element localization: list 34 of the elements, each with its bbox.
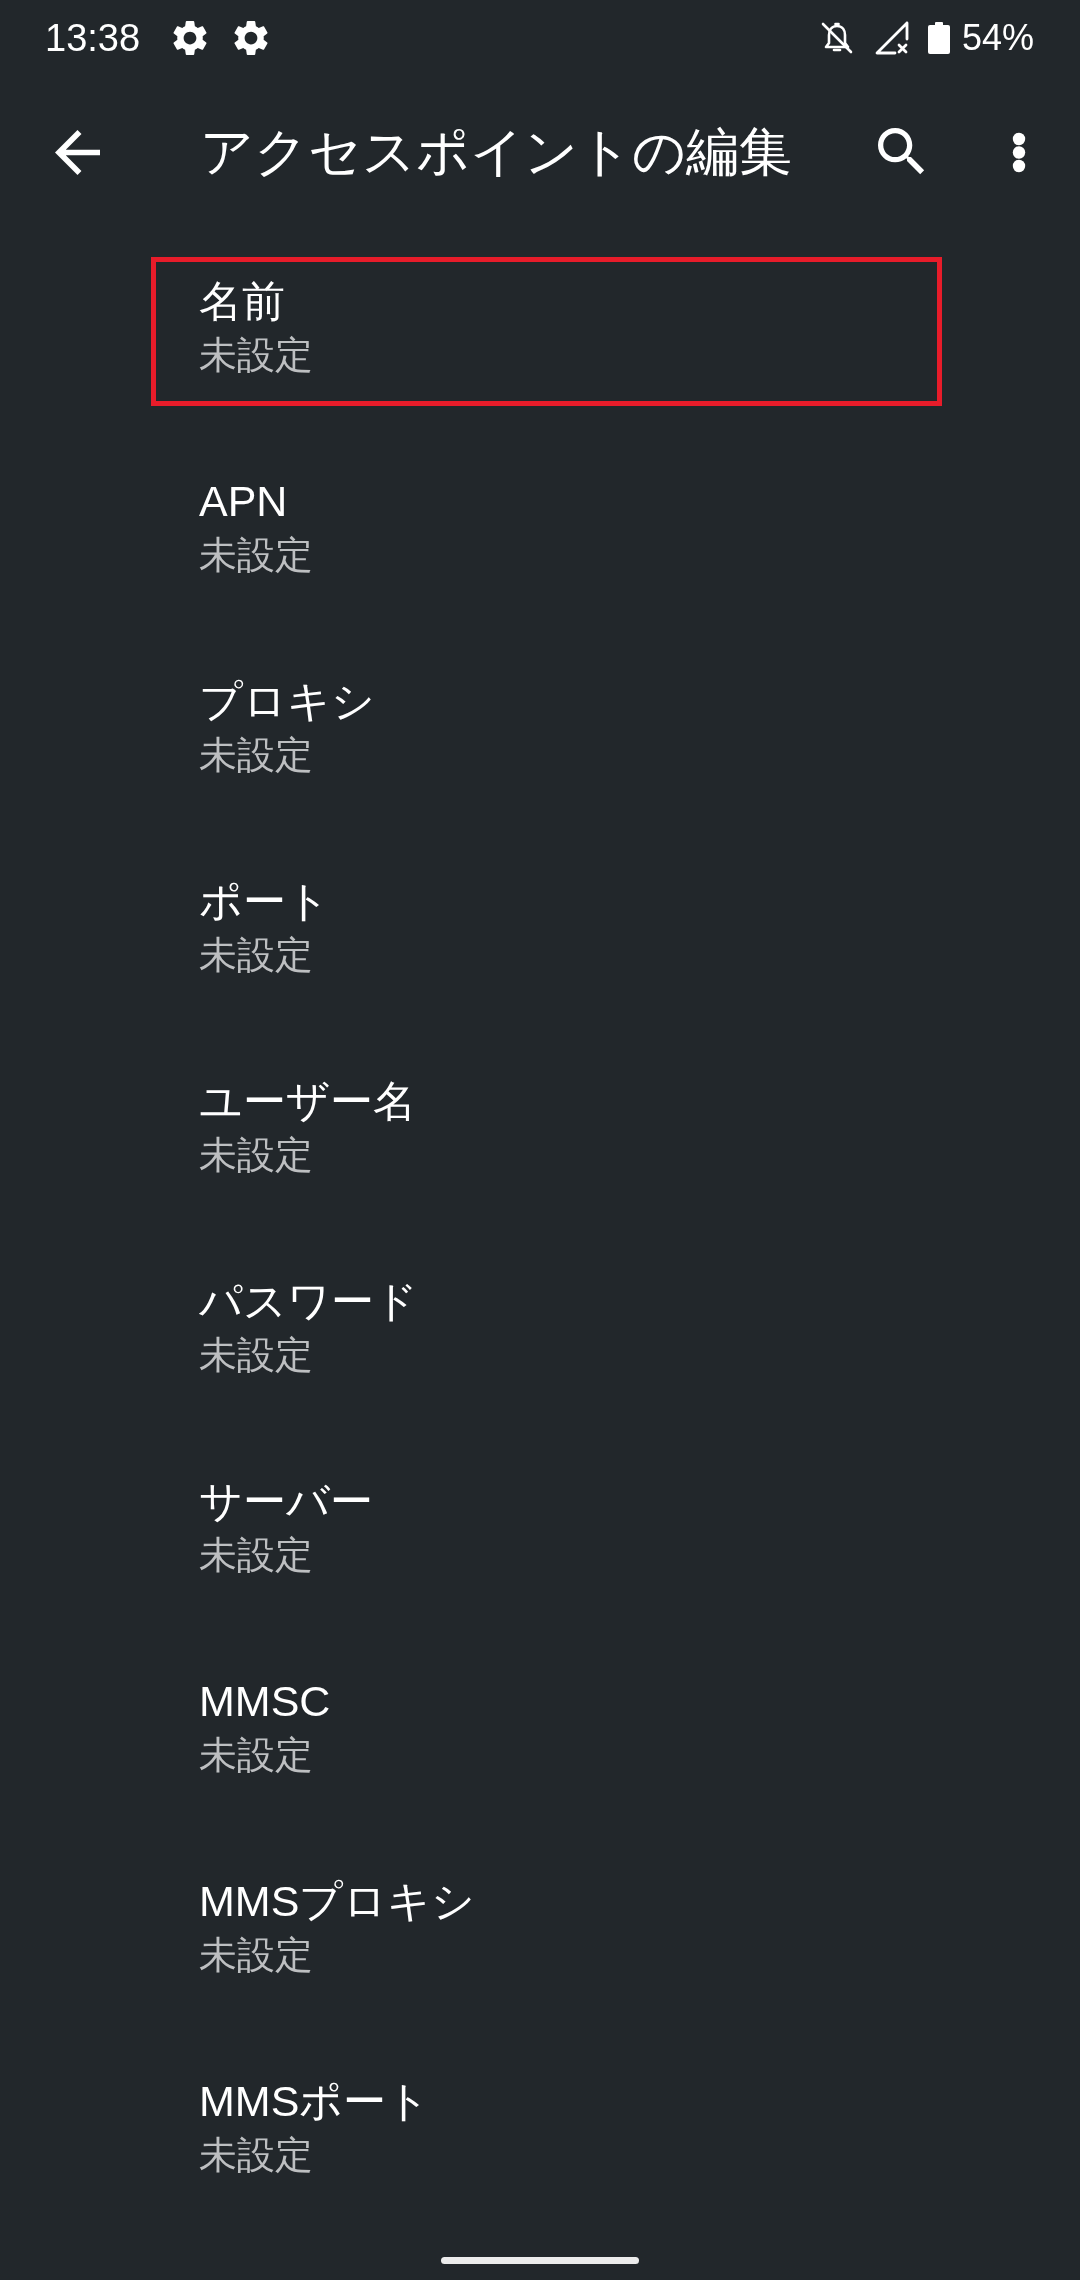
setting-value: 未設定 <box>199 1933 313 1978</box>
bell-off-icon <box>819 21 854 55</box>
setting-title[interactable]: MMSポート <box>199 2074 431 2128</box>
setting-value: 未設定 <box>199 1133 313 1178</box>
battery-percentage: 54% <box>961 16 1034 60</box>
status-time: 13:38 <box>45 16 141 60</box>
setting-title[interactable]: サーバー <box>199 1474 373 1528</box>
setting-title[interactable]: パスワード <box>199 1274 418 1328</box>
setting-value: 未設定 <box>199 1733 313 1778</box>
setting-value: 未設定 <box>199 933 313 978</box>
battery-icon <box>927 22 950 54</box>
no-signal-icon <box>874 21 909 55</box>
setting-value: 未設定 <box>199 2133 313 2178</box>
setting-title[interactable]: ポート <box>199 874 330 928</box>
setting-title[interactable]: MMSプロキシ <box>199 1874 476 1928</box>
search-icon <box>878 128 926 176</box>
back-button[interactable] <box>55 129 100 175</box>
setting-title[interactable]: ユーザー名 <box>199 1074 416 1128</box>
gear-icon <box>234 21 269 55</box>
more-options-button[interactable] <box>1012 131 1026 173</box>
gear-icon <box>173 21 208 55</box>
search-button[interactable] <box>878 128 926 176</box>
setting-value: 未設定 <box>199 1533 313 1578</box>
setting-title[interactable]: MMSC <box>199 1674 331 1728</box>
more-vertical-icon <box>1012 131 1026 173</box>
setting-value: 未設定 <box>199 333 313 378</box>
setting-title[interactable]: プロキシ <box>199 674 375 728</box>
setting-value: 未設定 <box>199 733 313 778</box>
back-arrow-icon <box>55 129 100 175</box>
screen-title: アクセスポイントの編集 <box>200 121 793 183</box>
setting-title[interactable]: APN <box>199 474 288 528</box>
setting-value: 未設定 <box>199 533 313 578</box>
setting-value: 未設定 <box>199 1333 313 1378</box>
setting-title[interactable]: 名前 <box>199 274 285 328</box>
